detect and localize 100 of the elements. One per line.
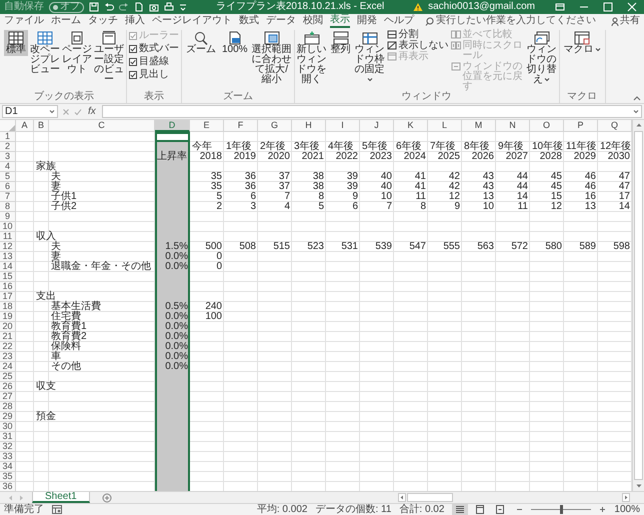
scroll-right-icon[interactable] xyxy=(622,493,630,502)
share-button[interactable]: 共有 xyxy=(611,16,640,26)
ribbon-tab[interactable]: 校閲 xyxy=(303,14,323,28)
ribbon-button[interactable]: ズーム xyxy=(184,30,218,56)
row-header[interactable]: 6 xyxy=(0,182,16,192)
row-header[interactable]: 16 xyxy=(0,282,16,292)
ribbon-checkbox[interactable]: 目盛線 xyxy=(129,56,179,68)
ribbon-button[interactable]: 表示しない xyxy=(386,41,449,51)
row-header[interactable]: 24 xyxy=(0,362,16,372)
collapse-icon[interactable] xyxy=(633,95,641,101)
name-box[interactable]: D1 xyxy=(2,105,58,118)
ribbon-tab[interactable]: ホーム xyxy=(51,14,81,28)
column-header[interactable]: K xyxy=(394,120,428,132)
column-header[interactable]: A xyxy=(16,120,34,132)
insert-function-button[interactable]: fx xyxy=(86,106,98,116)
row-header[interactable]: 10 xyxy=(0,222,16,232)
row-header[interactable]: 4 xyxy=(0,162,16,172)
ribbon-tab[interactable]: 開発 xyxy=(357,14,377,28)
view-button[interactable] xyxy=(452,504,468,515)
sheet-tab[interactable]: Sheet1 xyxy=(32,492,90,503)
column-header[interactable]: B xyxy=(34,120,49,132)
save-icon[interactable] xyxy=(89,2,99,12)
ribbon-button[interactable]: ユーザー設定のビュー xyxy=(94,30,124,86)
ribbon-tab[interactable]: タッチ xyxy=(88,14,118,28)
active-cell[interactable] xyxy=(155,132,190,142)
row-header[interactable]: 34 xyxy=(0,462,16,472)
row-header[interactable]: 32 xyxy=(0,442,16,452)
account-name[interactable]: sachio0013@gmail.com xyxy=(428,2,535,12)
row-header[interactable]: 13 xyxy=(0,252,16,262)
vertical-scrollbar[interactable] xyxy=(632,120,644,491)
zoom-in-icon[interactable] xyxy=(599,506,606,513)
ribbon-checkbox[interactable]: 数式バー xyxy=(129,43,179,55)
ribbon-button[interactable]: マクロ xyxy=(562,30,603,56)
column-header[interactable]: C xyxy=(49,120,155,132)
row-header[interactable]: 5 xyxy=(0,172,16,182)
column-header[interactable]: M xyxy=(462,120,496,132)
zoom-level[interactable]: 100% xyxy=(614,504,640,514)
column-header[interactable]: G xyxy=(258,120,292,132)
row-header[interactable]: 26 xyxy=(0,382,16,392)
undo-icon[interactable] xyxy=(104,2,114,12)
ribbon-tab[interactable]: ヘルプ xyxy=(384,14,414,28)
zoom-slider[interactable] xyxy=(531,505,592,514)
autosave-toggle[interactable]: オフ xyxy=(49,2,84,12)
row-header[interactable]: 12 xyxy=(0,242,16,252)
ribbon-tab[interactable]: 数式 xyxy=(239,14,259,28)
column-header[interactable]: D xyxy=(155,120,190,132)
row-header[interactable]: 21 xyxy=(0,332,16,342)
camera-icon[interactable] xyxy=(149,2,159,12)
tell-me-field[interactable]: 実行したい作業を入力してください xyxy=(425,16,596,26)
row-header[interactable]: 22 xyxy=(0,342,16,352)
ribbon-tab[interactable]: 挿入 xyxy=(125,14,145,28)
row-header[interactable]: 15 xyxy=(0,272,16,282)
row-header[interactable]: 36 xyxy=(0,482,16,491)
zoom-out-icon[interactable] xyxy=(516,506,524,513)
customize-icon[interactable] xyxy=(179,2,187,12)
formula-field[interactable] xyxy=(102,105,642,118)
row-header[interactable]: 8 xyxy=(0,202,16,212)
page-icon[interactable] xyxy=(134,2,144,12)
row-header[interactable]: 7 xyxy=(0,192,16,202)
ribbon-button[interactable]: 分割 xyxy=(386,30,449,40)
redo-icon[interactable] xyxy=(119,2,129,12)
ribbon-tab[interactable]: データ xyxy=(266,14,296,28)
ribbon-checkbox[interactable]: 見出し xyxy=(129,69,179,81)
column-header[interactable]: H xyxy=(292,120,326,132)
row-header[interactable]: 17 xyxy=(0,292,16,302)
column-header[interactable]: N xyxy=(496,120,530,132)
ribbon-button[interactable]: 標準 xyxy=(4,30,28,56)
row-header[interactable]: 14 xyxy=(0,262,16,272)
column-header[interactable]: I xyxy=(326,120,360,132)
ribbon-button[interactable]: ページレイアウト xyxy=(62,30,92,76)
row-header[interactable]: 25 xyxy=(0,372,16,382)
ribbon-button[interactable]: 改ページプレビュー xyxy=(30,30,60,76)
column-header[interactable]: F xyxy=(224,120,258,132)
ribbon-button[interactable]: ウィンドウ枠の固定 xyxy=(354,30,385,86)
row-header[interactable]: 20 xyxy=(0,322,16,332)
ribbon-button[interactable]: 新しいウィンドウを開く xyxy=(296,30,327,86)
printer-icon[interactable] xyxy=(164,2,174,12)
horizontal-scrollbar[interactable] xyxy=(396,492,632,503)
row-header[interactable]: 18 xyxy=(0,302,16,312)
column-header[interactable]: Q xyxy=(598,120,632,132)
slider-thumb[interactable] xyxy=(560,505,563,514)
scroll-thumb[interactable] xyxy=(634,131,643,480)
row-header[interactable]: 9 xyxy=(0,212,16,222)
ribbon-tab[interactable]: ファイル xyxy=(4,14,44,28)
ribbon-tab[interactable]: ページレイアウト xyxy=(152,14,232,28)
row-header[interactable]: 35 xyxy=(0,472,16,482)
ribbon-button[interactable]: 100% xyxy=(220,30,250,56)
row-header[interactable]: 33 xyxy=(0,452,16,462)
macro-record-icon[interactable] xyxy=(52,505,62,514)
row-header[interactable]: 2 xyxy=(0,142,16,152)
ribbon-button[interactable]: ウィンドウの切り替え xyxy=(526,30,557,86)
scroll-thumb[interactable] xyxy=(407,493,453,502)
row-header[interactable]: 19 xyxy=(0,312,16,322)
column-header[interactable]: J xyxy=(360,120,394,132)
scroll-left-icon[interactable] xyxy=(398,493,406,502)
row-header[interactable]: 23 xyxy=(0,352,16,362)
row-header[interactable]: 31 xyxy=(0,432,16,442)
row-header[interactable]: 3 xyxy=(0,152,16,162)
row-header[interactable]: 11 xyxy=(0,232,16,242)
ribbon-button[interactable]: 整列 xyxy=(328,30,353,56)
